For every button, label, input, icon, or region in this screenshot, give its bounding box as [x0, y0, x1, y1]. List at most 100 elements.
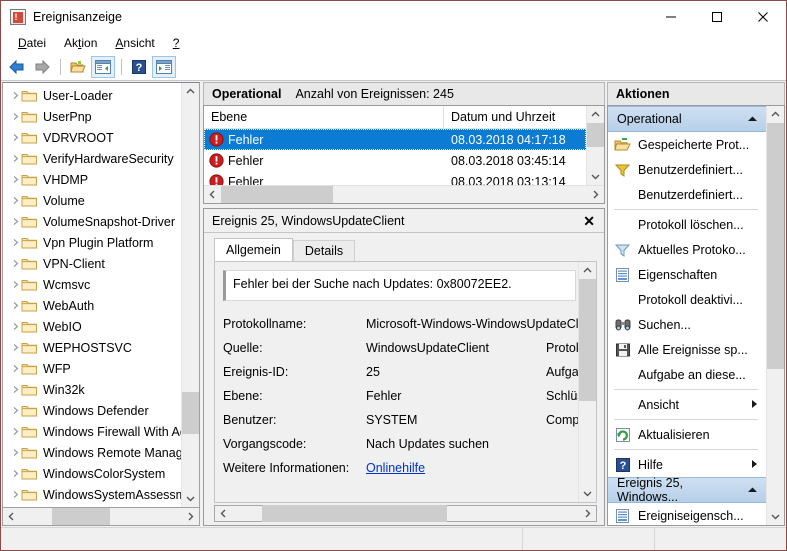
tree-item-userpnp[interactable]: UserPnp	[3, 106, 181, 127]
tree-item-webio[interactable]: WebIO	[3, 316, 181, 337]
action-item-hilfe[interactable]: ? Hilfe	[608, 452, 766, 477]
action-item-aktualisieren[interactable]: Aktualisieren	[608, 422, 766, 447]
action-item-aktuelles-protoko[interactable]: Aktuelles Protoko...	[608, 237, 766, 262]
tree-item-windows-defender[interactable]: Windows Defender	[3, 400, 181, 421]
expander-collapsed-icon[interactable]	[9, 90, 21, 102]
actions-group-header[interactable]: Ereignis 25, Windows...	[608, 476, 766, 504]
help-button[interactable]: ?	[127, 56, 151, 78]
event-list-vertical-scrollbar[interactable]	[586, 106, 604, 185]
expander-collapsed-icon[interactable]	[9, 132, 21, 144]
menu-help[interactable]: ?	[164, 34, 189, 52]
actions-group-header[interactable]: Operational	[608, 106, 766, 132]
event-scroll-left-button[interactable]	[204, 186, 221, 203]
tree-item-win32k[interactable]: Win32k	[3, 379, 181, 400]
minimize-button[interactable]	[648, 1, 694, 32]
tree-item-verifyhardwaresecurity[interactable]: VerifyHardwareSecurity	[3, 148, 181, 169]
expander-collapsed-icon[interactable]	[9, 174, 21, 186]
expander-collapsed-icon[interactable]	[9, 321, 21, 333]
tree-item-wfp[interactable]: WFP	[3, 358, 181, 379]
close-icon[interactable]: ✕	[580, 214, 598, 228]
tree-item-volumesnapshot-driver[interactable]: VolumeSnapshot-Driver	[3, 211, 181, 232]
expander-collapsed-icon[interactable]	[9, 342, 21, 354]
tree-horizontal-scrollbar[interactable]	[2, 508, 200, 526]
tree-item-windows-firewall-with-adv[interactable]: Windows Firewall With Adv	[3, 421, 181, 442]
action-item-aufgabe-an-diese[interactable]: Aufgabe an diese...	[608, 362, 766, 387]
tab-allgemein[interactable]: Allgemein	[214, 238, 293, 261]
collapse-up-icon[interactable]	[747, 112, 758, 126]
action-item-ereigniseigensch[interactable]: Ereigniseigensch...	[608, 503, 766, 525]
tab-details[interactable]: Details	[292, 240, 356, 261]
table-row[interactable]: Fehler 08.03.2018 03:13:14	[204, 171, 586, 185]
tree-item-vhdmp[interactable]: VHDMP	[3, 169, 181, 190]
tree-scroll-track[interactable]	[182, 100, 199, 490]
expander-collapsed-icon[interactable]	[9, 468, 21, 480]
detail-scroll-down-button[interactable]	[579, 485, 596, 502]
detail-scroll-left-button[interactable]	[215, 505, 232, 522]
menu-datei[interactable]: Datei	[9, 34, 55, 52]
event-list-horizontal-scrollbar[interactable]	[204, 185, 604, 203]
tree-item-vpn-client[interactable]: VPN-Client	[3, 253, 181, 274]
action-item-gespeicherte-prot[interactable]: Gespeicherte Prot...	[608, 132, 766, 157]
action-item-benutzerdefiniert[interactable]: Benutzerdefiniert...	[608, 182, 766, 207]
action-item-benutzerdefiniert[interactable]: Benutzerdefiniert...	[608, 157, 766, 182]
expander-collapsed-icon[interactable]	[9, 405, 21, 417]
maximize-button[interactable]	[694, 1, 740, 32]
tree-item-user-loader[interactable]: User-Loader	[3, 85, 181, 106]
tree-scroll-down-button[interactable]	[182, 490, 199, 507]
event-hscroll-thumb[interactable]	[221, 186, 333, 203]
event-scroll-down-button[interactable]	[587, 168, 604, 185]
action-item-ansicht[interactable]: Ansicht	[608, 392, 766, 417]
event-scroll-track[interactable]	[587, 123, 604, 168]
tree-hscroll-thumb[interactable]	[52, 508, 110, 525]
actions-scroll-down-button[interactable]	[767, 508, 784, 525]
close-button[interactable]	[740, 1, 786, 32]
expander-collapsed-icon[interactable]	[9, 216, 21, 228]
expander-collapsed-icon[interactable]	[9, 111, 21, 123]
tree-vertical-scrollbar[interactable]	[181, 83, 199, 507]
expander-collapsed-icon[interactable]	[9, 384, 21, 396]
detail-vertical-scrollbar[interactable]	[578, 262, 596, 502]
tree-scroll-up-button[interactable]	[182, 83, 199, 100]
expander-collapsed-icon[interactable]	[9, 489, 21, 501]
action-item-eigenschaften[interactable]: Eigenschaften	[608, 262, 766, 287]
expander-collapsed-icon[interactable]	[9, 195, 21, 207]
tree-item-volume[interactable]: Volume	[3, 190, 181, 211]
show-action-pane-button[interactable]	[152, 56, 176, 78]
actions-vertical-scrollbar[interactable]	[766, 106, 784, 525]
table-row[interactable]: Fehler 08.03.2018 03:45:14	[204, 150, 586, 171]
collapse-up-icon[interactable]	[747, 483, 758, 497]
event-scroll-thumb[interactable]	[587, 123, 604, 147]
expander-collapsed-icon[interactable]	[9, 279, 21, 291]
tree-item-wephostsvc[interactable]: WEPHOSTSVC	[3, 337, 181, 358]
actions-list[interactable]: Operational Gespeicherte Prot... Benutzerd…	[608, 106, 766, 525]
detail-scroll-right-button[interactable]	[579, 505, 596, 522]
actions-scroll-up-button[interactable]	[767, 106, 784, 123]
expander-collapsed-icon[interactable]	[9, 363, 21, 375]
back-button[interactable]	[5, 56, 29, 78]
event-scroll-right-button[interactable]	[587, 186, 604, 203]
event-hscroll-track[interactable]	[221, 186, 587, 203]
expander-collapsed-icon[interactable]	[9, 447, 21, 459]
action-item-protokoll-deaktivi[interactable]: Protokoll deaktivi...	[608, 287, 766, 312]
expander-collapsed-icon[interactable]	[9, 300, 21, 312]
expander-collapsed-icon[interactable]	[9, 426, 21, 438]
action-item-alle-ereignisse-sp[interactable]: Alle Ereignisse sp...	[608, 337, 766, 362]
show-hide-tree-button[interactable]	[91, 56, 115, 78]
column-header-ebene[interactable]: Ebene	[204, 106, 444, 128]
tree-scroll-right-button[interactable]	[182, 508, 199, 525]
tree-item-vdrvroot[interactable]: VDRVROOT	[3, 127, 181, 148]
menu-aktion[interactable]: Aktion	[55, 34, 106, 52]
tree-hscroll-track[interactable]	[20, 508, 182, 525]
tree-item-windowssystemassessmen[interactable]: WindowsSystemAssessmen	[3, 484, 181, 505]
expander-collapsed-icon[interactable]	[9, 153, 21, 165]
forward-button[interactable]	[30, 56, 54, 78]
detail-scroll-up-button[interactable]	[579, 262, 596, 279]
expander-collapsed-icon[interactable]	[9, 237, 21, 249]
menu-ansicht[interactable]: Ansicht	[106, 34, 163, 52]
expander-collapsed-icon[interactable]	[9, 258, 21, 270]
tree-item-webauth[interactable]: WebAuth	[3, 295, 181, 316]
console-tree-list[interactable]: User-Loader UserPnp VDRVROOT VerifyHardware…	[3, 83, 181, 507]
detail-horizontal-scrollbar[interactable]	[214, 505, 597, 522]
tree-item-wcmsvc[interactable]: Wcmsvc	[3, 274, 181, 295]
action-item-protokoll-l-schen[interactable]: Protokoll löschen...	[608, 212, 766, 237]
